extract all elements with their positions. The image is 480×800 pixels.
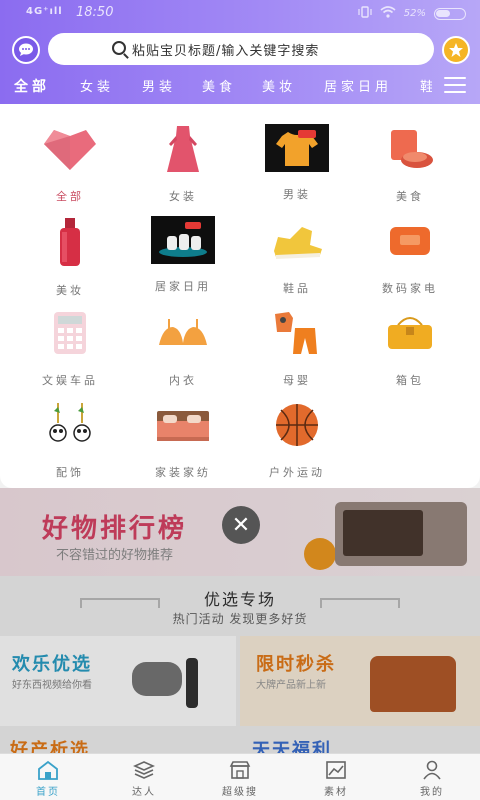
vibrate-icon [358,6,372,21]
category-underwear[interactable]: 内衣 [123,296,243,388]
tab-shoes[interactable]: 鞋 [420,76,432,95]
nav-label: 首页 [36,787,60,798]
category-label: 配饰 [56,466,84,479]
category-label: 女装 [169,190,197,203]
category-baby[interactable]: 母婴 [237,296,357,388]
wifi-icon [380,6,396,21]
chart-image-icon [326,761,346,779]
menu-icon[interactable] [444,77,466,93]
kids-clothes-icon [265,308,329,358]
calculator-icon [38,308,102,358]
person-icon [423,760,441,780]
category-label: 母婴 [283,374,311,387]
search-input[interactable]: 粘贴宝贝标题/输入关键字搜索 [48,33,434,65]
category-accessories[interactable]: 配饰 [10,388,130,480]
home-icon [38,760,58,780]
cosmetics-bottle-icon [38,216,102,268]
nav-label: 我的 [420,787,444,798]
signal-indicator: 4G⁺ıll [26,6,63,17]
category-label: 居家日用 [155,280,211,293]
search-icon [112,41,126,55]
sneaker-icon [265,216,329,266]
status-time: 18:50 [76,5,114,20]
category-bags[interactable]: 箱包 [350,296,470,388]
store-icon [229,761,251,779]
tab-mens[interactable]: 男装 [142,76,176,95]
bed-icon [151,400,215,450]
category-digital[interactable]: 数码家电 [350,204,470,296]
handbag-icon [378,308,442,358]
category-label: 美食 [396,190,424,203]
nav-label: 超级搜 [222,787,258,798]
category-outdoor[interactable]: 户外运动 [237,388,357,480]
bottom-navigation: 首页 达人 超级搜 素材 我的 [0,753,480,800]
category-home[interactable]: 居家日用 [123,204,243,296]
dress-icon [151,124,215,174]
category-mens[interactable]: 男装 [237,112,357,204]
basketball-icon [265,400,329,450]
star-icon[interactable] [442,36,470,64]
nav-home[interactable]: 首页 [0,754,96,800]
search-placeholder: 粘贴宝贝标题/输入关键字搜索 [132,43,320,59]
layers-icon [133,761,155,779]
nav-super-search[interactable]: 超级搜 [192,754,288,800]
category-all[interactable]: 全部 [10,112,130,204]
app-header: 4G⁺ıll 18:50 52% 粘贴宝贝标题/输入关键字搜索 全部 女装 男装… [0,0,480,104]
close-icon[interactable]: ✕ [222,506,260,544]
battery-percent: 52% [403,8,426,19]
tab-womens[interactable]: 女装 [80,76,114,95]
category-beauty[interactable]: 美妆 [10,204,130,297]
category-label: 鞋品 [283,282,311,295]
tab-all[interactable]: 全部 [14,76,50,96]
status-bar: 4G⁺ıll 18:50 52% [0,0,480,28]
nav-profile[interactable]: 我的 [384,754,480,800]
nav-experts[interactable]: 达人 [96,754,192,800]
category-food[interactable]: 美食 [350,112,470,204]
category-label: 数码家电 [382,282,438,295]
tab-food[interactable]: 美食 [202,76,236,95]
category-label: 箱包 [396,374,424,387]
tshirt-icon [265,124,329,172]
bra-icon [151,308,215,358]
panda-earrings-icon [38,400,102,450]
category-label: 男装 [283,188,311,201]
category-womens[interactable]: 女装 [123,112,243,204]
category-tabs: 全部 女装 男装 美食 美妆 居家日用 鞋 [0,70,432,100]
battery-icon [434,7,466,20]
tea-set-icon [151,216,215,264]
tab-beauty[interactable]: 美妆 [262,76,296,95]
chat-icon[interactable] [12,36,40,64]
nav-materials[interactable]: 素材 [288,754,384,800]
heart-gem-icon [38,124,102,174]
nav-label: 达人 [132,787,156,798]
category-panel: 全部 女装 男装 美食 美妆 居家日用 鞋品 数码家电 文娱车品 内衣 母婴 箱… [0,104,480,488]
category-label: 家装家纺 [155,466,211,479]
category-label: 全部 [56,190,84,203]
category-label: 户外运动 [269,466,325,479]
category-shoes[interactable]: 鞋品 [237,204,357,296]
speaker-icon [378,216,442,266]
category-label: 文娱车品 [42,374,98,387]
category-label: 内衣 [169,374,197,387]
nav-label: 素材 [324,787,348,798]
category-stationery[interactable]: 文娱车品 [10,296,130,388]
category-home-textiles[interactable]: 家装家纺 [123,388,243,480]
food-icon [378,124,442,174]
tab-home[interactable]: 居家日用 [324,76,392,95]
